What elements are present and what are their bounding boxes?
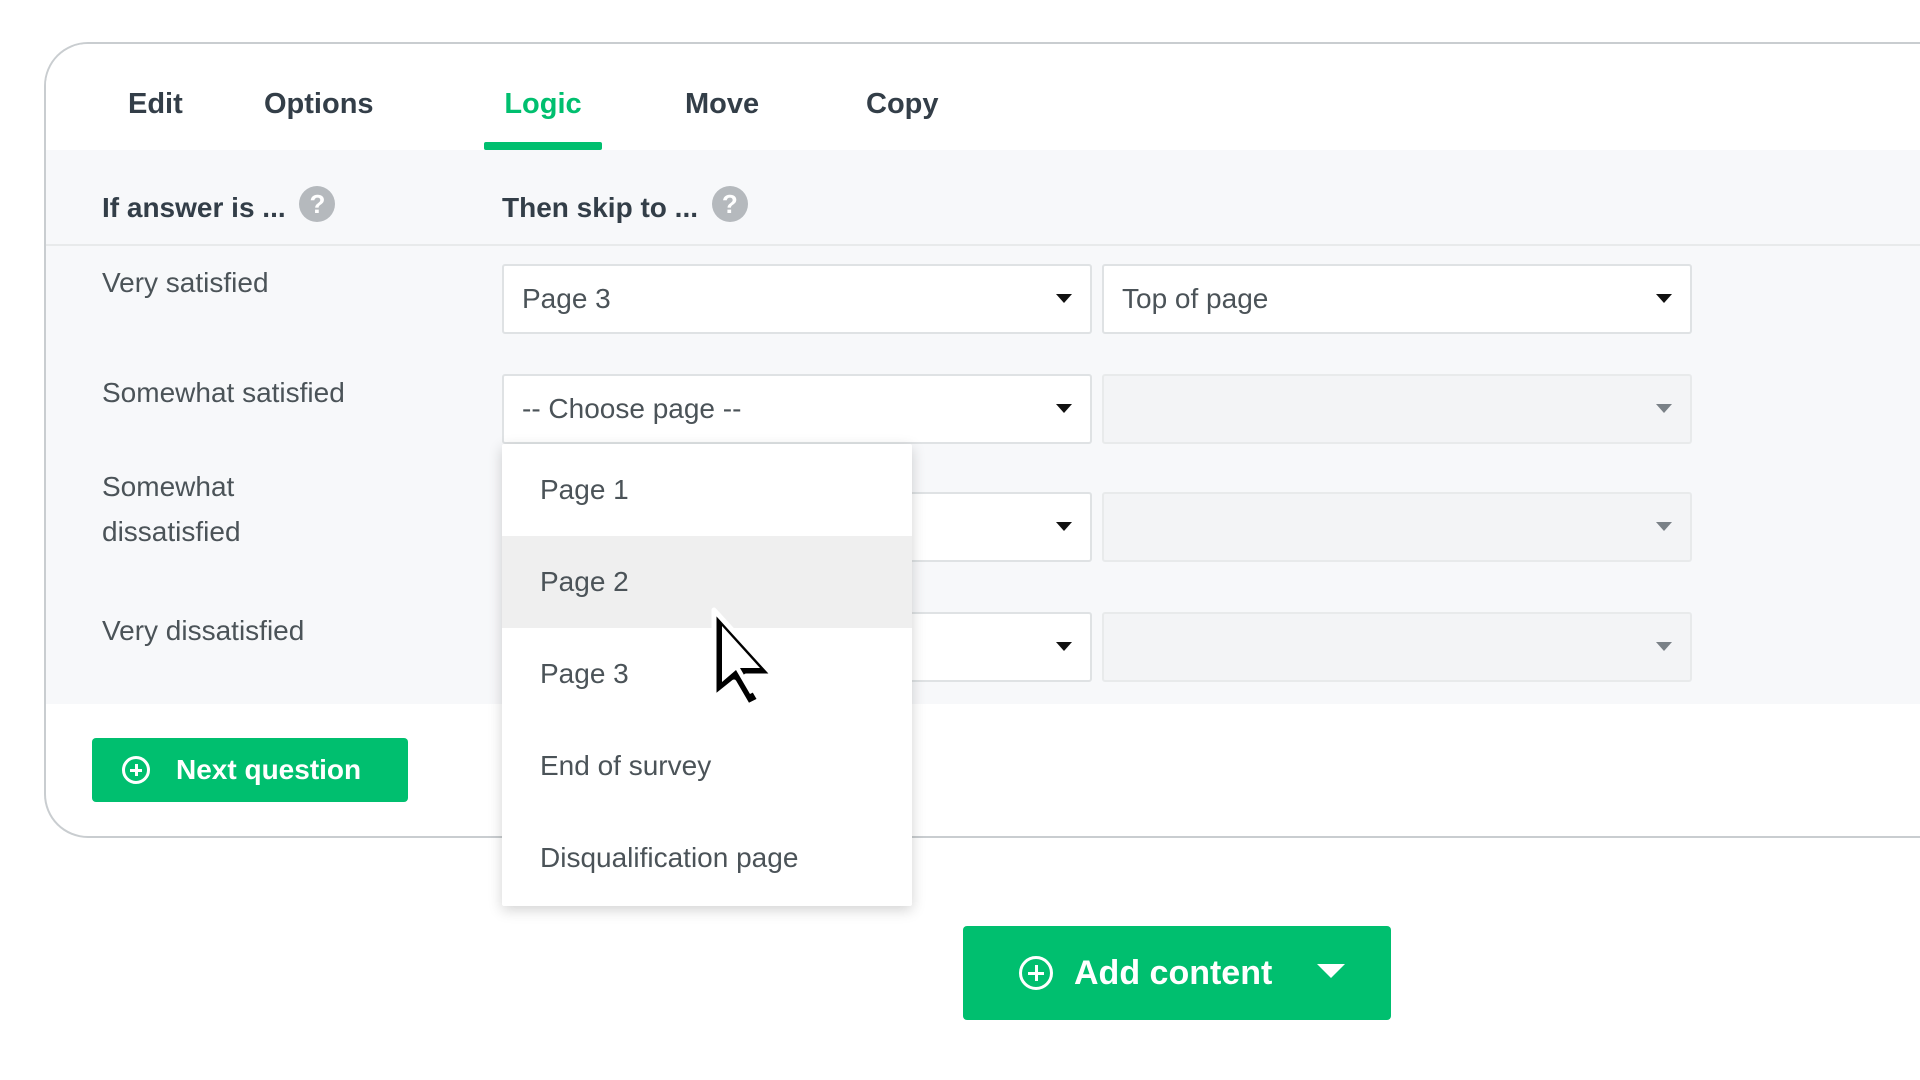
dropdown-option-page-2[interactable]: Page 2 <box>502 536 912 628</box>
caret-down-icon <box>1056 294 1072 303</box>
page-select-value: Page 3 <box>522 283 611 314</box>
caret-down-icon <box>1656 642 1672 651</box>
position-select-value: Top of page <box>1122 283 1269 314</box>
caret-down-icon <box>1056 404 1072 413</box>
tab-copy[interactable]: Copy <box>848 88 957 150</box>
page-select-very-satisfied[interactable]: Page 3 <box>502 264 1092 334</box>
page-select-value: -- Choose page -- <box>522 393 742 424</box>
next-question-button[interactable]: Next question <box>92 738 408 802</box>
position-select-very-dissatisfied[interactable] <box>1102 612 1692 682</box>
caret-down-icon <box>1656 294 1672 303</box>
answer-label-very-dissatisfied: Very dissatisfied <box>102 615 305 646</box>
caret-down-icon <box>1656 404 1672 413</box>
answer-label-very-satisfied: Very satisfied <box>102 267 269 298</box>
mouse-pointer-icon <box>711 607 777 709</box>
question-tabs: Edit Options Logic Move Copy <box>46 44 1920 150</box>
position-select-somewhat-satisfied[interactable] <box>1102 374 1692 444</box>
next-question-label: Next question <box>176 754 362 785</box>
question-circle-icon[interactable]: ? <box>711 186 748 222</box>
answer-label-somewhat-dissatisfied: Somewhat dissatisfied <box>102 471 241 547</box>
add-content-label: Add content <box>1074 954 1273 992</box>
answer-header-label: If answer is ... <box>102 192 286 223</box>
skip-header-label: Then skip to ... <box>502 192 699 223</box>
dropdown-option-disqualification-page[interactable]: Disqualification page <box>502 812 912 904</box>
logic-header: If answer is ... ? Then skip to ... ? <box>46 150 1920 246</box>
page-select-somewhat-satisfied[interactable]: -- Choose page -- <box>502 374 1092 444</box>
caret-down-icon <box>1317 964 1345 978</box>
answer-column-header: If answer is ... ? <box>102 186 336 224</box>
plus-circle-icon <box>122 756 150 784</box>
caret-down-icon <box>1056 642 1072 651</box>
add-content-button[interactable]: Add content <box>963 926 1391 1020</box>
plus-circle-icon <box>1019 956 1053 990</box>
tab-options[interactable]: Options <box>246 88 392 150</box>
position-select-somewhat-dissatisfied[interactable] <box>1102 492 1692 562</box>
caret-down-icon <box>1056 522 1072 531</box>
dropdown-option-page-3[interactable]: Page 3 <box>502 628 912 720</box>
tab-move[interactable]: Move <box>667 88 777 150</box>
page-dropdown-menu: Page 1 Page 2 Page 3 End of survey Disqu… <box>502 444 912 906</box>
skip-column-header: Then skip to ... ? <box>502 186 748 224</box>
question-card: Edit Options Logic Move Copy If answer i… <box>44 42 1920 838</box>
position-select-very-satisfied[interactable]: Top of page <box>1102 264 1692 334</box>
dropdown-option-page-1[interactable]: Page 1 <box>502 444 912 536</box>
tab-edit[interactable]: Edit <box>110 88 201 150</box>
logic-panel: If answer is ... ? Then skip to ... ? Ve… <box>46 150 1920 704</box>
answer-label-somewhat-satisfied: Somewhat satisfied <box>102 377 345 408</box>
caret-down-icon <box>1656 522 1672 531</box>
question-circle-icon[interactable]: ? <box>299 186 336 222</box>
tab-logic[interactable]: Logic <box>484 88 602 150</box>
dropdown-option-end-of-survey[interactable]: End of survey <box>502 720 912 812</box>
